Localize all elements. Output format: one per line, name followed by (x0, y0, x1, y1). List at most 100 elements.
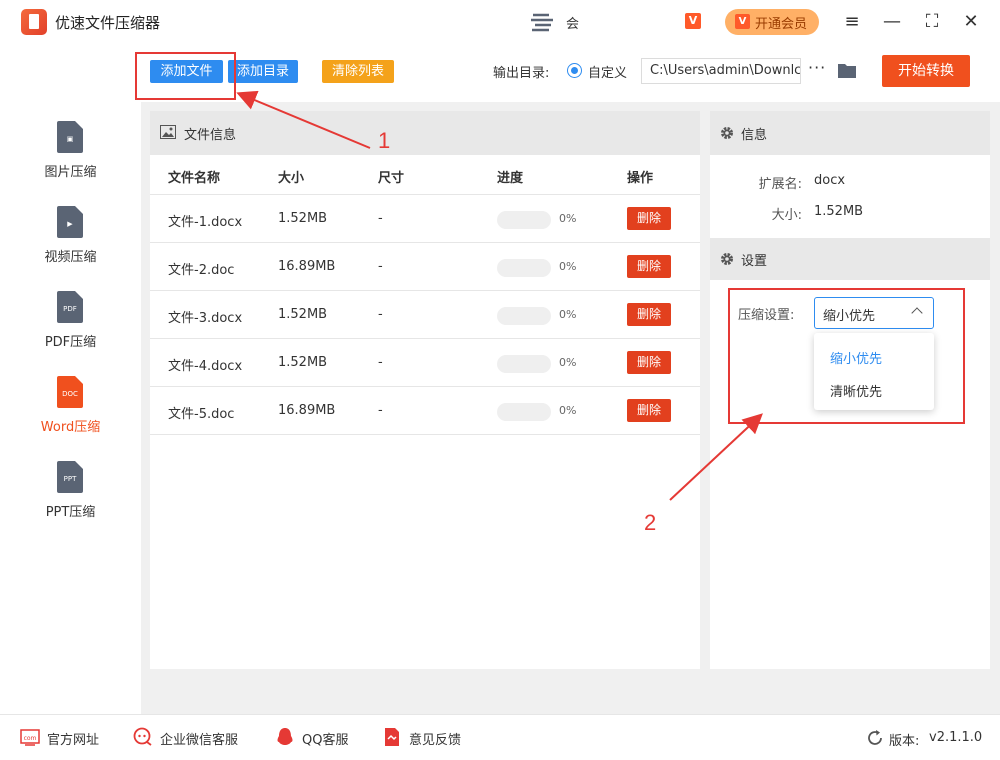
column-header-progress: 进度 (497, 171, 524, 186)
table-row[interactable]: 文件-2.doc 16.89MB - 0% 删除 (150, 242, 700, 290)
file-name: 文件-4.docx (168, 359, 243, 374)
delete-button[interactable]: 删除 (627, 303, 671, 326)
file-size: 16.89MB (278, 259, 336, 274)
website-link[interactable]: 官方网址 (47, 729, 99, 748)
file-name: 文件-3.docx (168, 311, 243, 326)
table-row[interactable]: 文件-5.doc 16.89MB - 0% 删除 (150, 386, 700, 434)
progress-text: 0% (559, 356, 577, 369)
folder-icon[interactable] (837, 61, 857, 79)
file-size: 1.52MB (278, 355, 328, 370)
custom-radio-label[interactable]: 自定义 (588, 62, 627, 81)
app-title: 优速文件压缩器 (55, 14, 161, 32)
file-size: 1.52MB (278, 211, 328, 226)
table-row[interactable]: 文件-4.docx 1.52MB - 0% 删除 (150, 338, 700, 386)
annotation-box-2 (728, 288, 965, 424)
minimize-icon[interactable]: — (881, 11, 903, 33)
delete-button[interactable]: 删除 (627, 255, 671, 278)
extension-value: docx (814, 173, 846, 188)
wechat-icon[interactable] (133, 727, 153, 747)
image-icon (160, 125, 176, 139)
version-value: v2.1.1.0 (929, 730, 983, 745)
pdf-file-icon: PDF (57, 291, 83, 323)
sidebar-item-label: Word压缩 (40, 420, 101, 435)
file-size: 1.52MB (278, 307, 328, 322)
annotation-number-1: 1 (378, 128, 391, 153)
svg-text:com: com (24, 735, 37, 742)
website-icon[interactable]: com (20, 727, 40, 747)
close-icon[interactable]: ✕ (960, 11, 982, 33)
column-header-dimension: 尺寸 (378, 171, 405, 186)
refresh-icon[interactable] (865, 728, 885, 748)
file-name: 文件-1.docx (168, 215, 243, 230)
version-label: 版本: (889, 734, 920, 749)
annotation-number-2: 2 (644, 510, 657, 535)
column-header-name: 文件名称 (168, 171, 221, 186)
qq-service-link[interactable]: QQ客服 (302, 729, 348, 748)
custom-radio[interactable] (567, 63, 582, 78)
table-row[interactable]: 文件-1.docx 1.52MB - 0% 删除 (150, 194, 700, 242)
output-path-input[interactable]: C:\Users\admin\Downlc (641, 58, 801, 84)
app-logo-icon (21, 9, 47, 35)
user-name[interactable]: 会 (566, 13, 579, 32)
feedback-link[interactable]: 意见反馈 (409, 729, 461, 748)
file-name: 文件-2.doc (168, 263, 235, 278)
sidebar-item-pdf[interactable]: PDF PDF压缩 (0, 291, 141, 371)
vip-icon: V (735, 14, 750, 29)
sidebar-item-video[interactable]: ▶ 视频压缩 (0, 206, 141, 286)
extension-label: 扩展名: (758, 177, 802, 192)
sidebar-item-word[interactable]: DOC Word压缩 (0, 376, 141, 456)
column-header-size: 大小 (278, 171, 305, 186)
column-header-action: 操作 (627, 171, 654, 186)
sidebar-item-ppt[interactable]: PPT PPT压缩 (0, 461, 141, 541)
table-divider (150, 434, 700, 435)
gear-icon (721, 253, 733, 265)
maximize-icon[interactable]: ⛶ (921, 11, 943, 33)
video-file-icon: ▶ (57, 206, 83, 238)
file-dimension: - (378, 211, 383, 226)
sidebar-item-label: 图片压缩 (44, 165, 97, 180)
file-dimension: - (378, 403, 383, 418)
progress-bar (497, 307, 551, 325)
annotation-box-1 (135, 52, 236, 100)
settings-panel-title: 设置 (741, 254, 768, 269)
sidebar-item-label: 视频压缩 (44, 250, 97, 265)
file-panel-title: 文件信息 (184, 128, 237, 143)
size-value: 1.52MB (814, 204, 864, 219)
progress-bar (497, 259, 551, 277)
image-file-icon: ▣ (57, 121, 83, 153)
feedback-icon[interactable] (382, 727, 402, 747)
clear-list-button[interactable]: 清除列表 (322, 60, 394, 83)
doc-file-icon: DOC (57, 376, 83, 408)
add-directory-button[interactable]: 添加目录 (228, 60, 298, 83)
progress-text: 0% (559, 260, 577, 273)
progress-bar (497, 355, 551, 373)
progress-bar (497, 403, 551, 421)
vip-button[interactable]: V 开通会员 (725, 9, 819, 35)
file-dimension: - (378, 355, 383, 370)
more-icon[interactable]: ··· (808, 58, 826, 77)
delete-button[interactable]: 删除 (627, 207, 671, 230)
table-row[interactable]: 文件-3.docx 1.52MB - 0% 删除 (150, 290, 700, 338)
progress-text: 0% (559, 212, 577, 225)
menu-icon[interactable]: ≡ (841, 11, 863, 33)
sidebar-item-label: PDF压缩 (44, 335, 97, 350)
file-name: 文件-5.doc (168, 407, 235, 422)
sidebar-item-image[interactable]: ▣ 图片压缩 (0, 121, 141, 201)
progress-text: 0% (559, 404, 577, 417)
size-label: 大小: (771, 208, 802, 223)
file-size: 16.89MB (278, 403, 336, 418)
progress-bar (497, 211, 551, 229)
delete-button[interactable]: 删除 (627, 399, 671, 422)
qq-icon[interactable] (275, 727, 295, 747)
gear-icon (721, 127, 733, 139)
file-dimension: - (378, 307, 383, 322)
user-logo-icon (531, 13, 553, 32)
progress-text: 0% (559, 308, 577, 321)
wechat-service-link[interactable]: 企业微信客服 (160, 729, 238, 748)
vip-button-label: 开通会员 (755, 17, 808, 32)
info-panel-title: 信息 (741, 128, 768, 143)
ppt-file-icon: PPT (57, 461, 83, 493)
vip-badge-icon: V (685, 13, 701, 29)
delete-button[interactable]: 删除 (627, 351, 671, 374)
start-convert-button[interactable]: 开始转换 (882, 55, 970, 87)
